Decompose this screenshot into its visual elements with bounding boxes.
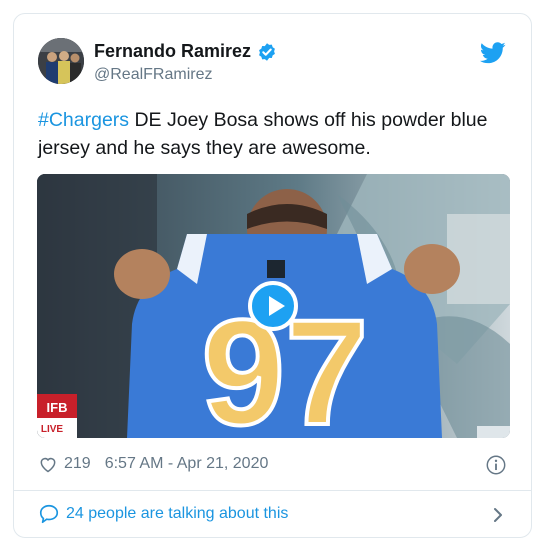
- avatar[interactable]: [38, 38, 84, 84]
- author-display-name[interactable]: Fernando Ramirez: [94, 41, 251, 62]
- chevron-right-icon[interactable]: [491, 506, 505, 524]
- twitter-bird-icon[interactable]: [480, 42, 506, 64]
- live-badge-bottom: LIVE: [41, 424, 64, 435]
- timestamp[interactable]: 6:57 AM - Apr 21, 2020: [105, 455, 269, 473]
- video-player[interactable]: 97 IFB LIVE: [37, 174, 510, 438]
- tweet-meta: 219 6:57 AM - Apr 21, 2020: [38, 454, 268, 474]
- play-icon[interactable]: [248, 281, 298, 331]
- divider: [14, 490, 531, 491]
- avatar-image: [38, 38, 84, 84]
- speech-bubble-icon: [39, 504, 59, 524]
- verified-badge-icon: [259, 42, 275, 61]
- live-badge-top: IFB: [47, 400, 68, 415]
- info-icon[interactable]: [485, 454, 507, 476]
- hashtag-link[interactable]: #Chargers: [38, 109, 129, 131]
- tweet-card: Fernando Ramirez @RealFRamirez #Chargers…: [13, 13, 532, 538]
- like-count[interactable]: 219: [64, 455, 91, 473]
- conversation-link[interactable]: 24 people are talking about this: [38, 503, 288, 525]
- author-handle[interactable]: @RealFRamirez: [94, 66, 212, 84]
- heart-icon[interactable]: [38, 454, 58, 474]
- author-name[interactable]: Fernando Ramirez: [94, 41, 277, 62]
- conversation-label[interactable]: 24 people are talking about this: [66, 505, 288, 523]
- tweet-text: #Chargers DE Joey Bosa shows off his pow…: [38, 106, 508, 162]
